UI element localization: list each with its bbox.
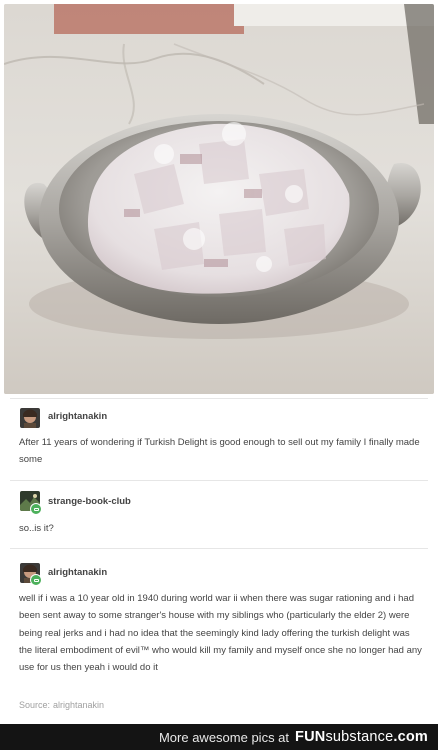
footer-logo-fun: FUN [295, 729, 326, 745]
footer-more-text: More awesome pics at [158, 729, 290, 745]
reblog-badge-icon [30, 574, 42, 586]
divider [10, 548, 428, 549]
turkish-delight-photo [4, 4, 434, 394]
bowl-of-turkish-delight-image [4, 4, 434, 394]
footer-logo-substance: substance [325, 729, 394, 745]
divider [10, 480, 428, 481]
post-text: well if i was a 10 year old in 1940 duri… [19, 593, 422, 674]
avatar[interactable] [20, 408, 40, 428]
username[interactable]: alrightanakin [48, 567, 107, 578]
post-text: After 11 years of wondering if Turkish D… [19, 437, 420, 466]
post-source: Source: alrightanakin [19, 700, 104, 710]
reblog-badge-icon [30, 503, 42, 515]
username[interactable]: alrightanakin [48, 411, 107, 422]
divider [10, 398, 428, 399]
post-text: so..is it? [19, 523, 54, 534]
username[interactable]: strange-book-club [48, 496, 131, 507]
watermark-footer: More awesome pics at FUN substance .com [0, 724, 438, 750]
source-user-link[interactable]: alrightanakin [53, 700, 104, 710]
post-card: alrightanakin After 11 years of wonderin… [0, 0, 438, 750]
source-label: Source: [19, 700, 51, 710]
footer-logo-com: .com [393, 729, 428, 745]
